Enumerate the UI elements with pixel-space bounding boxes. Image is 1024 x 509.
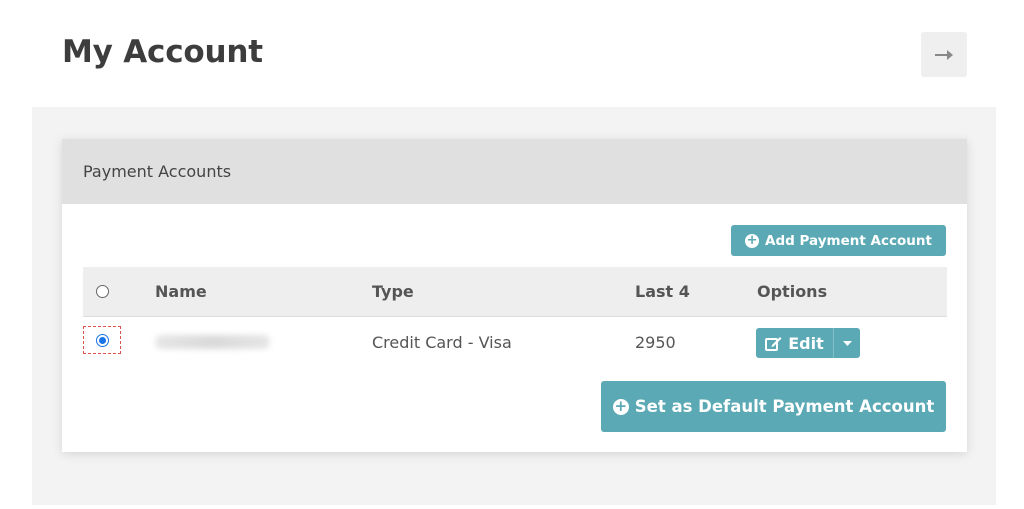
edit-options-dropdown[interactable] xyxy=(833,328,860,358)
set-default-payment-account-button[interactable]: + Set as Default Payment Account xyxy=(601,381,946,432)
column-header-last4: Last 4 xyxy=(635,282,690,301)
plus-circle-icon: + xyxy=(745,233,760,248)
page-title: My Account xyxy=(62,34,263,70)
logout-button[interactable] xyxy=(921,32,967,77)
plus-circle-icon: + xyxy=(612,397,629,415)
add-payment-account-label: Add Payment Account xyxy=(765,232,932,249)
account-type: Credit Card - Visa xyxy=(372,332,512,352)
column-header-options: Options xyxy=(757,282,828,301)
caret-down-icon xyxy=(842,340,852,346)
column-header-name: Name xyxy=(155,282,207,301)
set-default-label: Set as Default Payment Account xyxy=(634,397,935,416)
edit-label: Edit xyxy=(788,333,824,353)
row-select-radio[interactable] xyxy=(95,333,109,347)
card-header: Payment Accounts xyxy=(62,139,967,204)
account-last4: 2950 xyxy=(635,332,676,352)
table-row: Credit Card - Visa 2950 Edit xyxy=(83,317,947,367)
edit-icon xyxy=(765,336,782,351)
table-header: Name Type Last 4 Options xyxy=(83,267,947,317)
column-header-type: Type xyxy=(372,282,414,301)
card-title: Payment Accounts xyxy=(83,162,232,181)
account-name-redacted xyxy=(155,335,270,349)
row-select-focus[interactable] xyxy=(83,326,121,354)
add-payment-account-button[interactable]: + Add Payment Account xyxy=(731,225,946,256)
payment-accounts-card: Payment Accounts + Add Payment Account N… xyxy=(62,139,967,452)
edit-dropdown-group: Edit xyxy=(756,328,860,358)
edit-button[interactable]: Edit xyxy=(756,328,833,358)
arrow-right-icon xyxy=(935,49,953,60)
select-all-radio[interactable] xyxy=(96,285,109,298)
